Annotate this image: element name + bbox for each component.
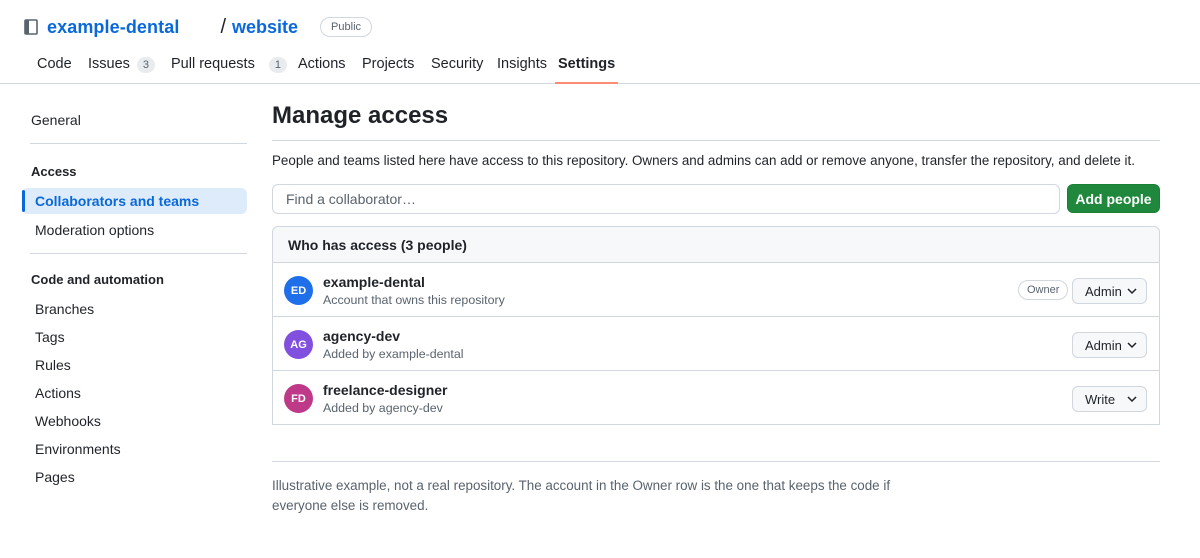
sidebar-item-webhooks[interactable]: Webhooks bbox=[22, 408, 247, 434]
chevron-down-icon bbox=[1127, 288, 1137, 295]
page-title: Manage access bbox=[272, 102, 449, 129]
owner-badge: Owner bbox=[1018, 280, 1069, 300]
tab-label: Actions bbox=[298, 56, 346, 72]
access-list-heading: Who has access (3 people) bbox=[273, 227, 1159, 263]
tab-label: Security bbox=[431, 56, 484, 72]
repo-tabs: Code Issues 3 Pull requests 1 Actions Proj… bbox=[0, 56, 1200, 84]
role-dropdown[interactable]: Write bbox=[1072, 386, 1147, 412]
access-description: People and teams listed here have access… bbox=[272, 153, 1135, 168]
role-label: Write bbox=[1085, 391, 1116, 407]
sidebar-divider bbox=[30, 253, 247, 254]
add-people-button[interactable]: Add people bbox=[1067, 184, 1160, 213]
member-name[interactable]: agency-dev bbox=[323, 328, 400, 344]
member-subtitle: Account that owns this repository bbox=[323, 293, 505, 307]
tab-label: Settings bbox=[558, 56, 616, 72]
tab-settings[interactable]: Settings bbox=[558, 56, 615, 84]
chevron-down-icon bbox=[1127, 396, 1137, 403]
visibility-badge: Public bbox=[320, 17, 373, 37]
sidebar-heading-code-and-automation: Code and automation bbox=[31, 272, 164, 287]
footer-note: Illustrative example, not a real reposit… bbox=[272, 478, 891, 513]
member-name[interactable]: freelance-designer bbox=[323, 382, 448, 398]
repo-name-link[interactable]: website bbox=[232, 17, 298, 38]
repo-path-separator: / bbox=[220, 15, 227, 38]
tab-issues[interactable]: Issues 3 bbox=[88, 56, 156, 84]
repo-icon bbox=[24, 19, 38, 35]
tab-projects[interactable]: Projects bbox=[362, 56, 414, 84]
sidebar-item-branches[interactable]: Branches bbox=[22, 296, 247, 322]
member-row: AG agency-dev Added by example-dental Ad… bbox=[273, 317, 1159, 371]
issues-count-badge: 3 bbox=[136, 57, 156, 73]
sidebar-item-pages[interactable]: Pages bbox=[22, 464, 247, 490]
access-list: Who has access (3 people) ED example-den… bbox=[272, 226, 1160, 425]
tab-label: Pull requests bbox=[171, 56, 255, 72]
footer-divider bbox=[272, 461, 1160, 462]
tab-label: Insights bbox=[497, 56, 547, 72]
sidebar-item-moderation-options[interactable]: Moderation options bbox=[22, 217, 247, 243]
member-subtitle: Added by example-dental bbox=[323, 347, 464, 361]
avatar: FD bbox=[284, 384, 313, 413]
sidebar-item-rules[interactable]: Rules bbox=[22, 352, 247, 378]
tab-actions[interactable]: Actions bbox=[298, 56, 346, 84]
tab-label: Projects bbox=[362, 56, 415, 72]
repo-header: example-dental / website Public Code Iss… bbox=[0, 0, 1200, 84]
sidebar-divider bbox=[30, 143, 247, 144]
avatar: AG bbox=[284, 330, 313, 359]
sidebar-item-actions[interactable]: Actions bbox=[22, 380, 247, 406]
sidebar-item-environments[interactable]: Environments bbox=[22, 436, 247, 462]
chevron-down-icon bbox=[1127, 342, 1137, 349]
repo-owner-link[interactable]: example-dental bbox=[47, 17, 179, 38]
sidebar-item-collaborators-and-teams[interactable]: Collaborators and teams bbox=[22, 188, 247, 214]
title-divider bbox=[272, 140, 1160, 141]
tab-label: Code bbox=[37, 56, 72, 72]
avatar: ED bbox=[284, 276, 313, 305]
tab-security[interactable]: Security bbox=[431, 56, 483, 84]
pull-requests-count-badge: 1 bbox=[268, 57, 287, 73]
tab-label: Issues bbox=[88, 56, 130, 72]
member-row: FD freelance-designer Added by agency-de… bbox=[273, 371, 1159, 425]
selected-tab-underline bbox=[555, 82, 618, 84]
sidebar-item-tags[interactable]: Tags bbox=[22, 324, 247, 350]
tab-insights[interactable]: Insights bbox=[497, 56, 547, 84]
role-label: Admin bbox=[1085, 283, 1122, 299]
sidebar-heading-access: Access bbox=[31, 164, 77, 179]
collaborator-search-input[interactable] bbox=[272, 184, 1060, 214]
tab-code[interactable]: Code bbox=[37, 56, 72, 84]
repo-title-line: example-dental / website Public bbox=[24, 14, 373, 40]
role-label: Admin bbox=[1085, 337, 1122, 353]
member-row: ED example-dental Account that owns this… bbox=[273, 263, 1159, 317]
role-dropdown[interactable]: Admin bbox=[1072, 278, 1147, 304]
member-subtitle: Added by agency-dev bbox=[323, 401, 443, 415]
role-dropdown[interactable]: Admin bbox=[1072, 332, 1147, 358]
member-name[interactable]: example-dental bbox=[323, 274, 425, 290]
tab-pull-requests[interactable]: Pull requests 1 bbox=[171, 56, 287, 84]
sidebar-item-general[interactable]: General bbox=[22, 107, 247, 133]
